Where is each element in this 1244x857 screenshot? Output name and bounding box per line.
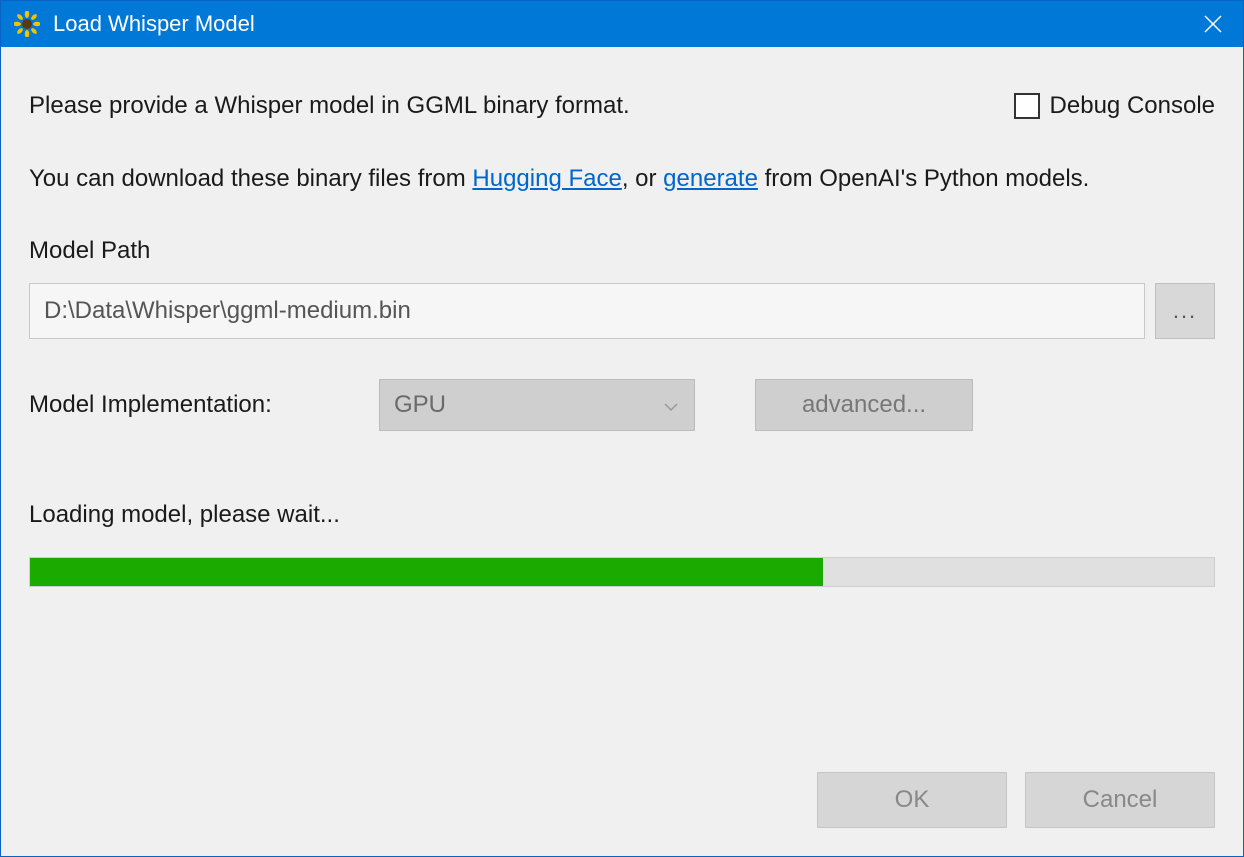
window-title: Load Whisper Model — [53, 11, 1183, 37]
model-implementation-value: GPU — [394, 391, 446, 419]
status-text: Loading model, please wait... — [29, 501, 1215, 529]
progress-bar — [29, 557, 1215, 587]
dialog-window: Load Whisper Model Please provide a Whis… — [0, 0, 1244, 857]
titlebar: Load Whisper Model — [1, 1, 1243, 47]
generate-link[interactable]: generate — [663, 165, 758, 192]
debug-console-checkbox[interactable]: Debug Console — [1014, 92, 1215, 120]
progress-fill — [30, 558, 823, 586]
browse-button[interactable]: ... — [1155, 283, 1215, 339]
cancel-button[interactable]: Cancel — [1025, 772, 1215, 828]
app-icon — [13, 10, 41, 38]
model-path-label: Model Path — [29, 237, 1215, 265]
checkbox-box[interactable] — [1014, 93, 1040, 119]
close-button[interactable] — [1183, 1, 1243, 47]
debug-console-label: Debug Console — [1050, 92, 1215, 120]
ok-button[interactable]: OK — [817, 772, 1007, 828]
model-implementation-label: Model Implementation: — [29, 391, 349, 419]
hugging-face-link[interactable]: Hugging Face — [472, 165, 621, 192]
model-path-input[interactable] — [29, 283, 1145, 339]
prompt-text: Please provide a Whisper model in GGML b… — [29, 92, 630, 120]
model-implementation-select[interactable]: GPU — [379, 379, 695, 431]
dialog-content: Please provide a Whisper model in GGML b… — [1, 47, 1243, 856]
chevron-down-icon — [664, 391, 678, 419]
help-text: You can download these binary files from… — [29, 160, 1215, 197]
advanced-button[interactable]: advanced... — [755, 379, 973, 431]
